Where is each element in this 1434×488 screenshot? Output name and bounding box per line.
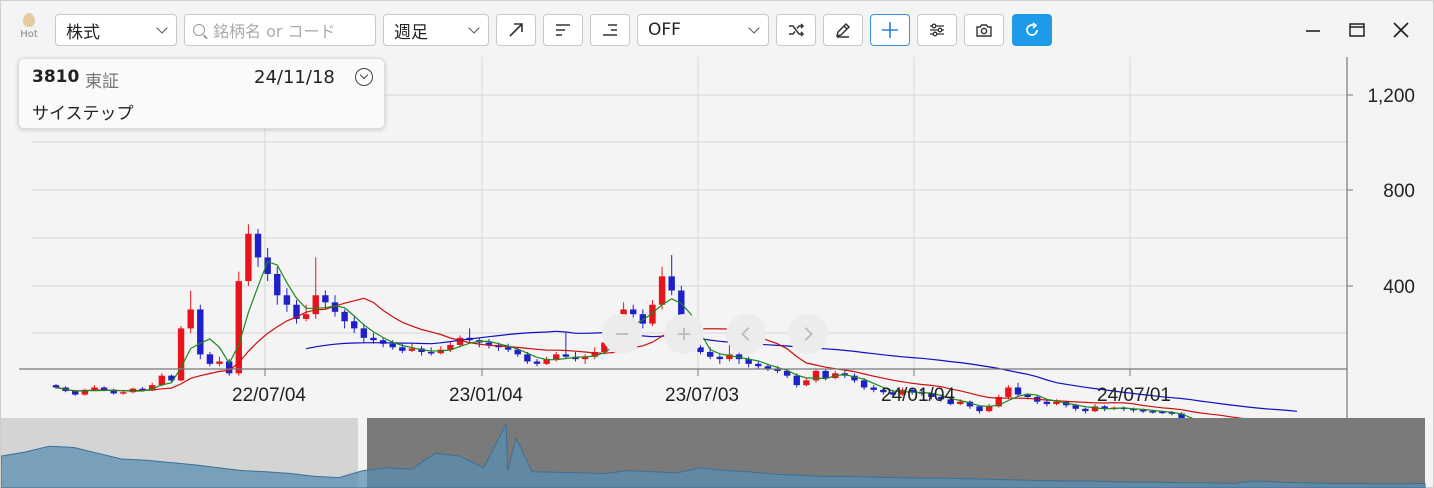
candle-body <box>245 233 252 282</box>
candle-body <box>803 380 810 386</box>
candle-body <box>957 401 964 405</box>
candle-body <box>658 276 666 305</box>
candle-body <box>1005 387 1012 397</box>
candle-body <box>1043 401 1051 405</box>
candle-body <box>870 387 877 390</box>
candle-body <box>1082 408 1089 412</box>
stock-name: サイステップ <box>32 104 134 124</box>
candle-body <box>630 309 637 315</box>
candle-body <box>504 347 512 350</box>
stock-info-card: 3810 東証 24/11/18 サイステップ <box>18 58 385 129</box>
y-tick-label: 800 <box>1383 181 1415 202</box>
candle-body <box>1014 387 1022 395</box>
candle-body <box>360 328 368 338</box>
y-tick-label: 1,200 <box>1367 86 1415 107</box>
stock-market: 東証 <box>85 72 119 92</box>
candle-body <box>187 309 194 329</box>
candle-body <box>283 295 291 305</box>
candle-body <box>302 314 310 319</box>
candle-body <box>389 343 396 348</box>
stock-date: 24/11/18 <box>254 67 335 88</box>
candle-body <box>524 354 531 362</box>
scroll-right-button[interactable] <box>788 314 828 354</box>
candle-body <box>985 406 993 412</box>
candle-body <box>553 354 560 360</box>
candle-body <box>216 361 223 364</box>
candle-body <box>755 363 762 367</box>
candle-body <box>408 348 416 351</box>
candle-body <box>312 295 319 315</box>
candle-body <box>254 233 262 258</box>
candle-body <box>793 375 800 386</box>
candle-body <box>52 385 60 388</box>
candle-body <box>716 356 723 360</box>
candle-body <box>427 352 435 354</box>
minus-icon <box>615 333 629 335</box>
stock-code: 3810 <box>32 67 80 87</box>
chevron-left-icon <box>741 327 750 341</box>
candle-body <box>197 309 204 355</box>
candle-body <box>120 392 127 394</box>
plus-icon <box>677 327 691 341</box>
candle-body <box>860 380 868 388</box>
candle-body <box>399 347 406 351</box>
candle-body <box>1149 411 1156 413</box>
candle-body <box>274 273 281 296</box>
x-tick-label: 24/01/04 <box>881 385 955 406</box>
x-tick-label: 22/07/04 <box>232 385 306 406</box>
chart-window: Hot 株式 銘柄名 or コード 週足 OFF 1,200 800 400 2… <box>0 0 1434 488</box>
zoom-out-button[interactable] <box>602 314 642 354</box>
scroll-left-button[interactable] <box>726 314 766 354</box>
y-tick-label: 400 <box>1383 277 1415 298</box>
x-tick-label: 24/07/01 <box>1097 385 1171 406</box>
candle-body <box>370 337 377 341</box>
candle-body <box>706 352 714 357</box>
candle-body <box>976 406 983 412</box>
candle-body <box>351 321 358 329</box>
candle-body <box>533 361 541 364</box>
candle-body <box>812 370 820 381</box>
candle-body <box>158 375 166 386</box>
x-tick-label: 23/07/03 <box>665 385 739 406</box>
candle-body <box>764 366 772 369</box>
candle-body <box>562 354 570 357</box>
candle-body <box>206 354 214 364</box>
candle-body <box>322 295 329 303</box>
candle-body <box>822 370 829 379</box>
x-tick-label: 23/01/04 <box>449 385 523 406</box>
navigator-bar[interactable] <box>1 418 1433 488</box>
chevron-right-icon <box>804 327 813 341</box>
candle-body <box>668 276 675 291</box>
zoom-in-button[interactable] <box>664 314 704 354</box>
candle-body <box>177 328 185 381</box>
chevron-down-circle-icon[interactable] <box>355 68 373 86</box>
candle-body <box>341 311 348 322</box>
